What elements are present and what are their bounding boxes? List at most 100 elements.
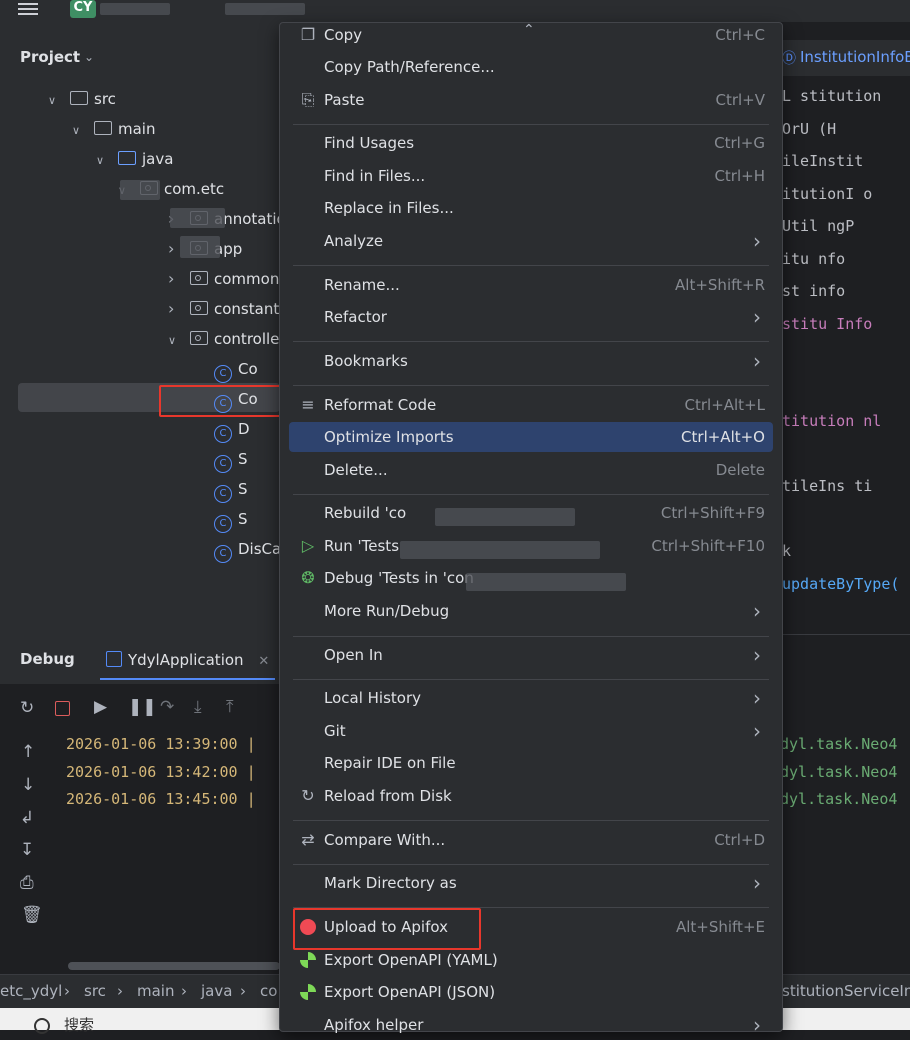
main-menu-icon[interactable] <box>18 0 38 18</box>
tree-row[interactable]: › common <box>168 264 279 294</box>
step-out-icon[interactable]: ⤒ <box>226 697 234 717</box>
code-line: itu nfo <box>782 249 846 268</box>
menu-item-label: Paste <box>324 91 365 109</box>
pause-icon[interactable]: ❚❚ <box>128 697 157 717</box>
package-icon <box>190 271 208 285</box>
debug-session-tab[interactable]: YdylApplication ✕ <box>100 642 276 680</box>
tree-item-label: S <box>238 510 248 528</box>
menu-item-compare-with[interactable]: ⇄ Compare With... Ctrl+D <box>289 825 773 855</box>
tree-row[interactable]: ∨ java <box>96 144 173 174</box>
tree-row[interactable]: CS <box>214 444 248 474</box>
chevron-right-icon: › <box>753 871 761 895</box>
menu-item-paste[interactable]: ⎘ Paste Ctrl+V <box>289 85 773 115</box>
soft-wrap-icon[interactable]: ↲ <box>20 808 34 828</box>
chevron-down-icon[interactable]: ∨ <box>168 326 182 356</box>
chevron-down-icon[interactable]: ∨ <box>96 146 110 176</box>
breadcrumb-item[interactable]: src <box>84 982 106 1000</box>
class-icon: C <box>214 515 232 533</box>
chevron-down-icon[interactable]: ∨ <box>48 86 62 116</box>
class-icon: C <box>214 545 232 563</box>
step-into-icon[interactable]: ⤓ <box>194 697 202 717</box>
copy-icon: ❐ <box>300 25 316 44</box>
scroll-to-end-icon[interactable]: ↧ <box>20 840 34 860</box>
trash-icon[interactable]: 🗑 <box>21 905 43 925</box>
menu-item-delete[interactable]: Delete... Delete <box>289 455 773 485</box>
menu-separator <box>293 864 769 865</box>
tree-row[interactable]: › constant <box>168 294 279 324</box>
tree-row[interactable]: CS <box>214 504 248 534</box>
redacted <box>170 208 225 228</box>
menu-item-replace-in-files[interactable]: Replace in Files... <box>289 193 773 223</box>
log-timestamp: 2026-01-06 13:42:00 | <box>66 762 256 781</box>
debug-title: Debug <box>20 650 75 668</box>
taskbar-search-text[interactable]: 搜索 <box>64 1014 94 1035</box>
chevron-right-icon: › <box>753 349 761 373</box>
menu-separator <box>293 636 769 637</box>
chevron-down-icon[interactable]: ⌄ <box>84 50 94 64</box>
step-over-icon[interactable]: ↷ <box>160 697 174 717</box>
menu-item-optimize-imports[interactable]: Optimize Imports Ctrl+Alt+O <box>289 422 773 452</box>
project-panel-title[interactable]: Project <box>20 48 80 66</box>
menu-item-shortcut: Ctrl+G <box>714 134 765 152</box>
menu-item-copy[interactable]: ❐ Copy Ctrl+C <box>289 20 773 50</box>
menu-item-analyze[interactable]: Analyze › <box>289 226 773 256</box>
menu-item-mark-directory[interactable]: Mark Directory as › <box>289 868 773 898</box>
rerun-icon[interactable]: ↻ <box>20 698 34 718</box>
menu-item-open-in[interactable]: Open In › <box>289 640 773 670</box>
tree-row[interactable]: ∨ src <box>48 84 116 114</box>
tree-row[interactable]: C Co <box>214 354 258 384</box>
print-icon[interactable]: ⎙ <box>20 873 34 893</box>
breadcrumb-item[interactable]: etc_ydyl <box>0 982 62 1000</box>
menu-item-find-usages[interactable]: Find Usages Ctrl+G <box>289 128 773 158</box>
chevron-right-icon[interactable]: › <box>168 264 182 294</box>
tree-row[interactable]: CD <box>214 414 250 444</box>
menu-item-export-json[interactable]: Export OpenAPI (JSON) <box>289 977 773 1007</box>
menu-item-reformat-code[interactable]: ≡ Reformat Code Ctrl+Alt+L <box>289 390 773 420</box>
breadcrumb-item[interactable]: main <box>137 982 174 1000</box>
menu-item-shortcut: Ctrl+Alt+L <box>684 396 766 414</box>
status-right-text: stitutionServiceIm <box>782 982 910 1000</box>
menu-item-more-run-debug[interactable]: More Run/Debug › <box>289 596 773 626</box>
menu-item-shortcut: Ctrl+Shift+F9 <box>660 504 765 522</box>
menu-item-repair-ide[interactable]: Repair IDE on File <box>289 748 773 778</box>
log-logger: dyl.task.Neo4 <box>780 735 898 753</box>
menu-item-git[interactable]: Git › <box>289 716 773 746</box>
tree-row[interactable]: ∨ controller <box>168 324 286 354</box>
breadcrumb-item[interactable]: co <box>260 982 277 1000</box>
chevron-right-icon: › <box>117 982 123 1000</box>
chevron-right-icon[interactable]: › <box>168 294 182 324</box>
horizontal-scrollbar[interactable] <box>68 962 280 970</box>
tree-row[interactable]: ∨ main <box>72 114 155 144</box>
resume-icon[interactable]: ▶ <box>94 697 107 717</box>
menu-item-rename[interactable]: Rename... Alt+Shift+R <box>289 270 773 300</box>
log-logger: dyl.task.Neo4 <box>780 762 898 781</box>
close-icon[interactable]: ✕ <box>258 654 269 669</box>
tree-row[interactable]: CS <box>214 474 248 504</box>
menu-separator <box>293 124 769 125</box>
tree-item-label: com.etc <box>164 180 225 198</box>
menu-item-bookmarks[interactable]: Bookmarks › <box>289 346 773 376</box>
menu-item-find-in-files[interactable]: Find in Files... Ctrl+H <box>289 161 773 191</box>
debug-session-label: YdylApplication <box>128 651 244 669</box>
menu-item-label: More Run/Debug <box>324 602 450 620</box>
menu-item-copy-path[interactable]: Copy Path/Reference... <box>289 52 773 82</box>
search-icon[interactable] <box>34 1018 50 1034</box>
chevron-right-icon: › <box>753 599 761 623</box>
menu-item-local-history[interactable]: Local History › <box>289 683 773 713</box>
chevron-right-icon: › <box>753 686 761 710</box>
stop-icon[interactable] <box>55 701 70 716</box>
menu-item-reload-from-disk[interactable]: ↻ Reload from Disk <box>289 781 773 811</box>
up-arrow-icon[interactable]: ↑ <box>21 742 35 762</box>
menu-item-apifox-helper[interactable]: Apifox helper › <box>289 1010 773 1040</box>
code-line: itutionI o <box>782 184 873 203</box>
chevron-down-icon[interactable]: ∨ <box>72 116 86 146</box>
menu-item-refactor[interactable]: Refactor › <box>289 302 773 332</box>
source-folder-icon <box>118 151 136 165</box>
code-line: stitu Info <box>782 314 873 333</box>
editor-tab[interactable]: InstitutionInfoB <box>800 48 910 66</box>
code-line: Util ngP <box>782 217 855 235</box>
project-badge[interactable]: CY <box>70 0 96 18</box>
down-arrow-icon[interactable]: ↓ <box>21 775 35 795</box>
class-icon: C <box>214 455 232 473</box>
breadcrumb-item[interactable]: java <box>201 982 232 1000</box>
